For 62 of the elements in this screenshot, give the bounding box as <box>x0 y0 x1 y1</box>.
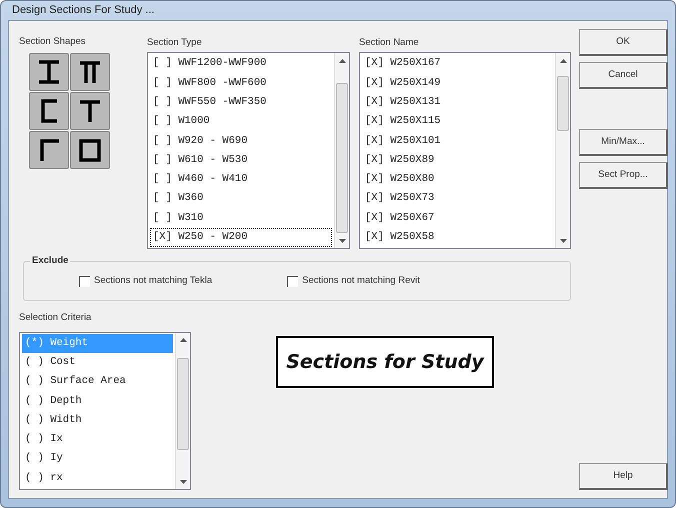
list-item[interactable]: [X] W250X101 <box>362 132 553 151</box>
list-item[interactable]: ( ) Width <box>22 410 173 430</box>
list-item[interactable]: ( ) Depth <box>22 392 173 411</box>
section-type-list[interactable]: [ ] WWF1200-WWF900 [ ] WWF800 -WWF600 [ ] WWF550 -WWF350 [ ] W1000 [ ] W920 - W690 [ ] W610 - W530 [ ] W460 - W410 [ ] W360 [ ] W310 [X] W250 - W200 <box>147 52 350 250</box>
scroll-up-icon[interactable] <box>560 58 566 63</box>
list-item[interactable]: [X] W250X131 <box>362 92 553 112</box>
list-item[interactable]: [ ] W360 <box>150 189 332 209</box>
dialog-button[interactable]: Min/Max... <box>579 129 668 156</box>
scroll-down-icon[interactable] <box>338 238 346 243</box>
list-item[interactable]: ( ) Iy <box>22 449 173 469</box>
dialog-button[interactable]: Sect Prop... <box>579 162 668 190</box>
list-item[interactable]: [X] W250X80 <box>362 170 553 190</box>
list-item[interactable]: [X] W250X115 <box>362 112 553 132</box>
list-item[interactable]: [X] W250X67 <box>362 208 553 228</box>
annotation-label: Sections for Study <box>276 336 494 388</box>
checkbox[interactable] <box>287 276 298 287</box>
scroll-down-icon[interactable] <box>560 238 566 243</box>
rectangle-tube-shape-button[interactable] <box>70 131 110 170</box>
list-item[interactable]: ( ) Cost <box>22 352 173 372</box>
dialog-button[interactable]: OK <box>579 29 668 56</box>
section-name-list[interactable]: [X] W250X167 [X] W250X149 [X] W250X131 [X] W250X115 [X] W250X101 [X] W250X89 [X] W250X80 [X] W250X73 [X] W250X67 [X] W250X58 <box>359 52 571 250</box>
checkbox-label: Sections not matching Tekla <box>94 274 212 288</box>
list-item[interactable]: [ ] W1000 <box>150 112 332 132</box>
scrollbar[interactable] <box>334 53 349 248</box>
i-beam-shape-button[interactable] <box>29 53 69 92</box>
scroll-down-icon[interactable] <box>180 480 186 484</box>
section-type-label: Section Type <box>147 36 203 50</box>
list-item[interactable]: ( ) Ix <box>22 430 173 450</box>
scroll-up-icon[interactable] <box>180 338 186 342</box>
selection-criteria-label: Selection Criteria <box>19 311 92 326</box>
list-item[interactable]: ( ) rx <box>22 468 173 488</box>
list-item[interactable]: [ ] W920 - W690 <box>150 132 332 151</box>
list-item[interactable]: [ ] W610 - W530 <box>150 150 332 170</box>
angle-shape-button[interactable] <box>29 131 69 170</box>
section-name-label: Section Name <box>359 36 420 50</box>
dialog-button[interactable]: Cancel <box>579 62 668 90</box>
list-item[interactable]: [X] W250X58 <box>362 228 553 248</box>
tee-shape-button[interactable] <box>70 92 110 130</box>
list-item[interactable]: [ ] WWF550 -WWF350 <box>150 92 332 112</box>
dialog-button[interactable]: Help <box>579 463 668 490</box>
list-item[interactable]: ( ) Surface Area <box>22 372 173 392</box>
section-shapes-label: Section Shapes <box>19 35 87 50</box>
list-item[interactable]: [X] W250X149 <box>362 74 553 93</box>
scroll-thumb[interactable] <box>177 358 189 450</box>
selection-criteria-list[interactable]: (*) Weight ( ) Cost ( ) Surface Area ( ) Depth ( ) Width ( ) Ix ( ) Iy ( ) rx <box>19 332 191 490</box>
scroll-up-icon[interactable] <box>338 58 346 63</box>
checkbox[interactable] <box>79 276 90 287</box>
list-item[interactable]: [ ] WWF800 -WWF600 <box>150 74 332 93</box>
scrollbar[interactable] <box>555 53 570 248</box>
list-item[interactable]: [X] W250X89 <box>362 150 553 170</box>
checkbox-label: Sections not matching Revit <box>302 274 420 288</box>
scroll-thumb[interactable] <box>557 76 569 132</box>
list-item[interactable]: [ ] W310 <box>150 208 332 228</box>
list-item[interactable]: [ ] W460 - W410 <box>150 170 332 190</box>
double-tee-shape-button[interactable] <box>70 53 110 92</box>
list-item[interactable]: [ ] WWF1200-WWF900 <box>150 54 332 74</box>
list-item[interactable]: [X] W250X73 <box>362 189 553 209</box>
window-title: Design Sections For Study ... <box>12 3 154 18</box>
scrollbar[interactable] <box>175 332 190 489</box>
list-item[interactable]: [X] W250X167 <box>362 54 553 74</box>
scroll-thumb[interactable] <box>336 83 348 234</box>
list-item[interactable]: [X] W250 - W200 <box>150 228 332 248</box>
